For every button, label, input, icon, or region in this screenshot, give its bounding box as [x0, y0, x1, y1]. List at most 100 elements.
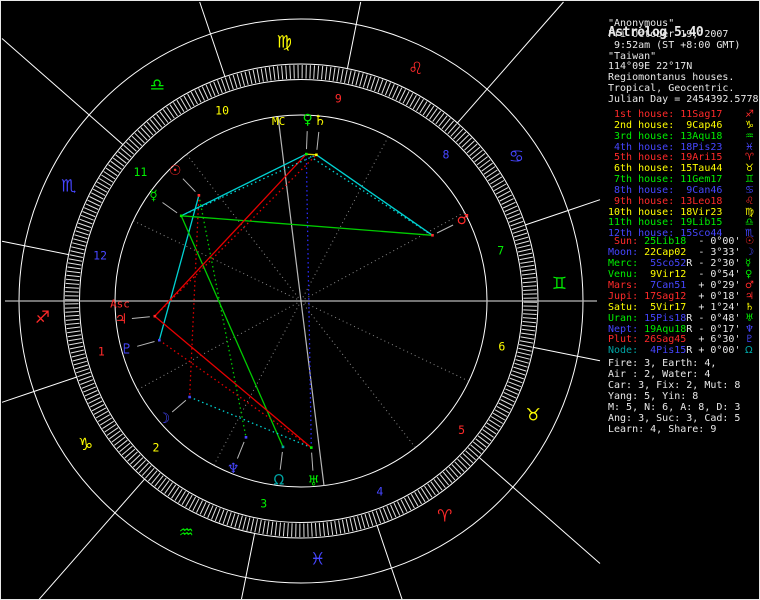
degree-tick: [519, 253, 532, 256]
degree-tick: [286, 66, 287, 80]
degree-tick: [369, 513, 373, 526]
planet-row: Node: 4Pis15R + 0°00'Ω: [608, 346, 740, 357]
degree-tick: [506, 210, 519, 215]
planet-point-uranus: [310, 446, 313, 449]
degree-tick: [367, 76, 371, 89]
sign-boundary: [115, 479, 145, 513]
aspect-mercury-mars: [181, 216, 432, 236]
degree-tick: [445, 121, 454, 131]
degree-tick: [116, 155, 127, 163]
degree-tick: [141, 128, 150, 138]
degree-tick: [325, 66, 326, 79]
degree-tick: [219, 510, 224, 523]
house-number-2: 2: [153, 440, 160, 454]
degree-tick: [121, 148, 131, 157]
degree-tick: [278, 66, 279, 79]
degree-tick: [75, 365, 88, 369]
degree-tick: [458, 459, 468, 469]
degree-tick: [341, 69, 343, 82]
degree-tick: [522, 329, 535, 331]
chart-info-block: "Anonymous"Fri October 19, 2007 9:52am (…: [608, 19, 759, 106]
house-cusp-line: [301, 301, 415, 448]
degree-tick: [290, 65, 291, 79]
degree-tick: [376, 511, 381, 524]
aspect-sun-neptune: [199, 195, 246, 437]
planet-point-neptune: [245, 436, 248, 439]
planet-pointer: [307, 131, 308, 149]
degree-tick: [523, 314, 537, 315]
degree-tick: [520, 261, 533, 263]
planet-point-node: [282, 446, 285, 449]
sign-boundary-extension: [2, 39, 89, 115]
degree-tick: [522, 273, 535, 275]
degree-tick: [255, 519, 258, 532]
degree-tick: [511, 221, 524, 226]
degree-tick: [354, 517, 357, 530]
stats-block: Fire: 3, Earth: 4,Air : 2, Water: 4Car: …: [608, 358, 740, 435]
planet-glyph-moon: ☽: [158, 411, 171, 427]
degree-tick: [472, 150, 482, 159]
degree-tick: [73, 358, 86, 362]
chart-wheel-svg: ♈♉♊♋♌♍♎♏♐♑♒♓123456789101112☉☽☿♀♂♃♄♅♆♇ΩAs…: [1, 1, 601, 600]
aspect-mars-saturn: [316, 155, 432, 236]
degree-tick: [348, 70, 351, 83]
degree-tick: [333, 68, 335, 81]
degree-tick: [71, 350, 84, 353]
planet-icon: Ω: [745, 346, 753, 357]
degree-tick: [117, 440, 128, 448]
house-number-10: 10: [215, 104, 229, 118]
degree-tick: [479, 160, 490, 168]
degree-tick: [477, 157, 488, 165]
degree-tick: [315, 523, 316, 537]
degree-tick: [459, 135, 469, 145]
degree-tick: [271, 522, 273, 535]
house-number-3: 3: [260, 497, 267, 511]
astrolog-window: ♈♉♊♋♌♍♎♏♐♑♒♓123456789101112☉☽☿♀♂♃♄♅♆♇ΩAs…: [0, 0, 760, 600]
degree-tick: [434, 479, 442, 490]
sign-boundary: [211, 34, 225, 77]
degree-tick: [462, 138, 472, 147]
house-number-9: 9: [335, 91, 342, 105]
degree-tick: [71, 247, 84, 250]
degree-tick: [515, 237, 528, 241]
degree-tick: [456, 132, 465, 142]
degree-tick: [518, 352, 531, 355]
planet-icon: ♅: [745, 314, 754, 325]
degree-tick: [231, 514, 235, 527]
planet-glyph-venus: ♀: [302, 112, 312, 128]
degree-tick: [259, 520, 261, 533]
planet-pointer: [317, 132, 319, 150]
degree-tick: [385, 83, 390, 96]
degree-tick: [160, 112, 168, 123]
house-number-4: 4: [376, 484, 383, 498]
degree-tick: [68, 267, 81, 269]
degree-tick: [124, 145, 134, 154]
degree-tick: [133, 458, 143, 468]
degree-tick: [267, 521, 269, 534]
degree-tick: [253, 70, 256, 83]
aspect-jupiter-uranus: [155, 316, 311, 447]
degree-tick: [84, 208, 96, 213]
degree-tick: [448, 124, 457, 134]
degree-tick: [78, 223, 91, 227]
planet-point-moon: [188, 396, 191, 399]
sign-glyph-pisces: ♓: [310, 550, 325, 570]
aspect-mercury-saturn: [181, 155, 316, 216]
degree-tick: [515, 363, 528, 367]
degree-tick: [519, 345, 532, 348]
degree-tick: [512, 225, 525, 229]
sign-glyph-sagittarius: ♐: [35, 308, 50, 328]
stat-line: Yang: 5, Yin: 8: [608, 391, 740, 402]
degree-tick: [67, 331, 80, 333]
planet-pointer: [437, 225, 453, 233]
degree-tick: [73, 239, 86, 243]
degree-tick: [66, 319, 80, 320]
degree-tick: [82, 383, 95, 388]
sign-boundary-extension: [2, 241, 25, 246]
degree-tick: [126, 142, 136, 151]
planets-table: Sun: 25Lib18 - 0°00'☉Moon: 22Cap02 - 3°3…: [608, 237, 740, 357]
degree-tick: [70, 255, 83, 258]
degree-tick: [451, 126, 460, 136]
planet-pointer: [183, 179, 196, 192]
degree-tick: [139, 463, 148, 473]
